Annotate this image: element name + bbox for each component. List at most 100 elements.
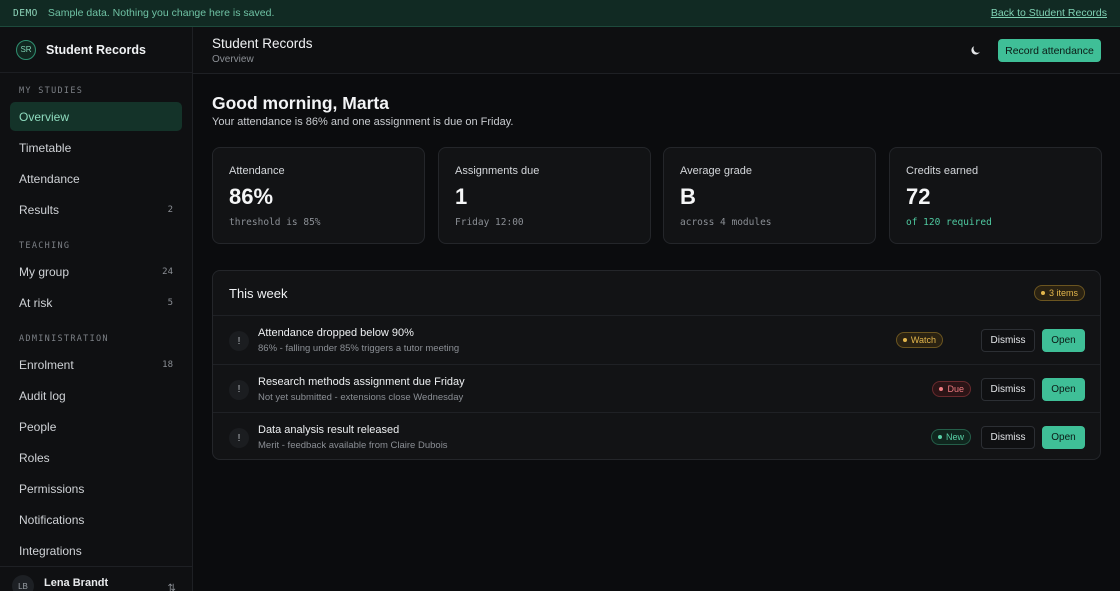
section-label: MY STUDIES (19, 86, 84, 96)
sidebar-item-count: 5 (167, 297, 173, 308)
status-dot (939, 386, 944, 391)
item-title: Data analysis result released (258, 424, 400, 436)
sidebar-item-timetable[interactable]: Timetable (10, 133, 182, 162)
brand[interactable]: SR Student Records (0, 27, 192, 73)
stat-cards: Attendance 86% threshold is 85% Assignme… (212, 147, 1102, 244)
avatar: LB (12, 575, 34, 591)
items-count-badge: 3 items (1033, 285, 1085, 301)
week-item-row: ! Data analysis result released Merit - … (213, 412, 1100, 460)
sidebar-item-label: Results (19, 202, 60, 217)
status-dot (937, 435, 942, 439)
alert-icon: ! (229, 379, 249, 400)
sidebar-item-label: People (19, 419, 57, 434)
user-profile[interactable]: LB Lena Brandt ⇅ (0, 566, 192, 591)
alert-icon: ! (229, 428, 249, 448)
sidebar-item-label: Notifications (19, 512, 85, 527)
sidebar-item-label: Timetable (19, 140, 72, 155)
stat-label: Average grade (680, 165, 752, 177)
moon-icon[interactable] (970, 44, 982, 56)
sidebar: SR Student Records MY STUDIES Overview Tim… (0, 27, 193, 591)
stat-card-attendance: Attendance 86% threshold is 85% (212, 147, 425, 244)
sidebar-item-count: 24 (162, 266, 173, 277)
sidebar-item-audit-log[interactable]: Audit log (10, 381, 182, 410)
stat-card-average-grade: Average grade B across 4 modules (663, 147, 876, 244)
sidebar-item-my-group[interactable]: My group 24 (10, 257, 182, 286)
open-button[interactable]: Open (1042, 426, 1085, 449)
back-link[interactable]: Back to Student Records (991, 7, 1107, 19)
status-dot (902, 338, 907, 342)
sidebar-item-permissions[interactable]: Permissions (10, 474, 182, 503)
stat-value: 86% (229, 184, 274, 209)
badge-dot (1040, 291, 1045, 295)
dismiss-button[interactable]: Dismiss (981, 377, 1035, 401)
items-count-label: 3 items (1048, 288, 1078, 298)
item-title: Attendance dropped below 90% (258, 327, 414, 339)
status-badge: New (930, 429, 971, 445)
sidebar-item-label: Attendance (19, 171, 80, 186)
stat-label: Credits earned (906, 165, 979, 177)
this-week-title: This week (229, 286, 288, 301)
sidebar-item-count: 2 (167, 204, 173, 215)
demo-message: Sample data. Nothing you change here is … (47, 7, 275, 19)
stat-label: Attendance (229, 165, 285, 177)
status-label: Due (947, 383, 964, 394)
dismiss-button[interactable]: Dismiss (981, 426, 1035, 449)
sidebar-item-people[interactable]: People (10, 412, 182, 441)
item-subtitle: Merit - feedback available from Claire D… (258, 440, 448, 451)
status-label: New (945, 432, 964, 442)
this-week-panel: This week 3 items ! Attendance dropped b… (212, 270, 1101, 460)
section-label: TEACHING (19, 241, 71, 251)
demo-banner: DEMO Sample data. Nothing you change her… (0, 0, 1120, 27)
stat-value: 1 (455, 184, 468, 209)
item-subtitle: 86% - falling under 85% triggers a tutor… (258, 343, 460, 354)
breadcrumb: Overview (212, 54, 254, 65)
stat-card-assignments-due: Assignments due 1 Friday 12:00 (438, 147, 651, 244)
stat-card-credits-earned: Credits earned 72 of 120 required (889, 147, 1102, 244)
main-content: Good morning, Marta Your attendance is 8… (193, 74, 1120, 591)
sidebar-item-label: Integrations (19, 543, 82, 558)
sidebar-item-label: At risk (19, 295, 53, 310)
sidebar-item-enrolment[interactable]: Enrolment 18 (10, 350, 182, 379)
brand-name: Student Records (46, 42, 147, 57)
section-label: ADMINISTRATION (19, 334, 109, 344)
sidebar-item-overview[interactable]: Overview (10, 102, 182, 131)
page-title: Student Records (212, 36, 313, 51)
greeting-subtitle: Your attendance is 86% and one assignmen… (212, 116, 514, 128)
sidebar-item-label: Roles (19, 450, 50, 465)
sidebar-item-label: Overview (19, 109, 70, 124)
brand-logo: SR (16, 39, 36, 60)
alert-icon: ! (229, 331, 249, 351)
dismiss-button[interactable]: Dismiss (981, 329, 1035, 352)
open-button[interactable]: Open (1042, 377, 1085, 401)
item-subtitle: Not yet submitted - extensions close Wed… (258, 391, 464, 403)
sidebar-item-label: My group (19, 264, 70, 279)
stat-value: 72 (906, 184, 931, 209)
sidebar-item-label: Audit log (19, 388, 66, 403)
open-button[interactable]: Open (1042, 329, 1085, 352)
stat-note: across 4 modules (680, 217, 772, 228)
week-item-row: ! Attendance dropped below 90% 86% - fal… (213, 315, 1100, 363)
sidebar-item-count: 18 (162, 359, 173, 370)
sidebar-item-integrations[interactable]: Integrations (10, 536, 182, 565)
page-header: Student Records Overview Record attendan… (193, 27, 1120, 74)
greeting: Good morning, Marta (212, 93, 389, 113)
sidebar-item-roles[interactable]: Roles (10, 443, 182, 472)
sidebar-item-at-risk[interactable]: At risk 5 (10, 288, 182, 317)
demo-tag: DEMO (13, 7, 38, 19)
swap-icon[interactable]: ⇅ (168, 583, 176, 591)
status-label: Watch (910, 335, 936, 345)
user-name: Lena Brandt (44, 577, 109, 589)
sidebar-nav: MY STUDIES Overview Timetable Attendance Res… (0, 86, 192, 565)
stat-value: B (680, 184, 696, 209)
item-title: Research methods assignment due Friday (258, 375, 465, 388)
sidebar-item-notifications[interactable]: Notifications (10, 505, 182, 534)
sidebar-item-label: Enrolment (19, 357, 74, 372)
sidebar-item-results[interactable]: Results 2 (10, 195, 182, 224)
record-attendance-button[interactable]: Record attendance (998, 39, 1101, 62)
status-badge: Due (932, 380, 971, 397)
status-badge: Watch (895, 332, 943, 348)
stat-note: Friday 12:00 (455, 217, 524, 228)
sidebar-item-attendance[interactable]: Attendance (10, 164, 182, 193)
week-item-row: ! Research methods assignment due Friday… (213, 363, 1100, 412)
stat-note: of 120 required (906, 217, 992, 228)
